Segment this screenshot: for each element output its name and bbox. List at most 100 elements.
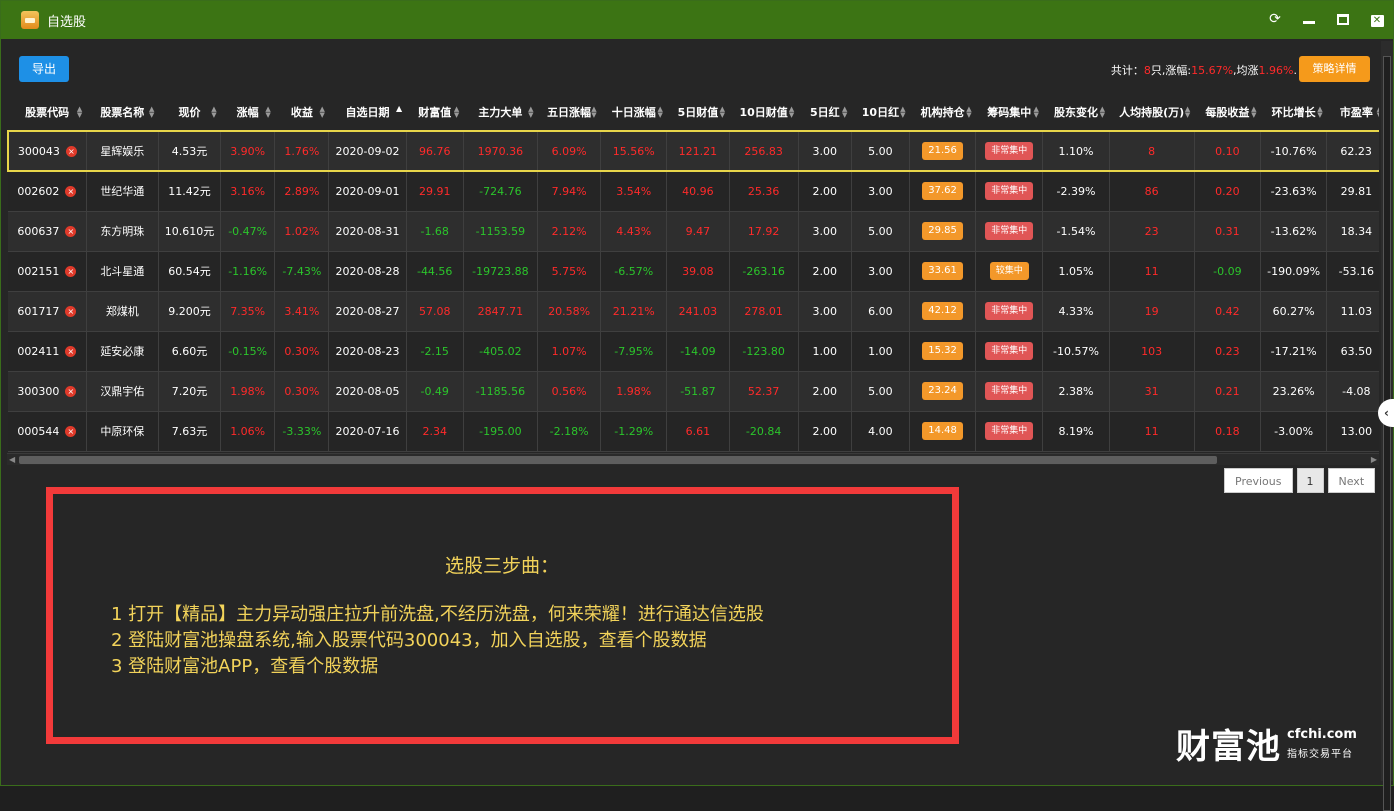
- remove-icon[interactable]: ×: [65, 266, 77, 277]
- sort-icon[interactable]: ▲▼: [1377, 106, 1379, 119]
- column-header[interactable]: 主力大单 ▲ ▼: [463, 93, 538, 132]
- remove-icon[interactable]: ×: [65, 226, 77, 237]
- cell-d5: 7.94%: [537, 171, 602, 212]
- cell-chip: 非常集中: [975, 171, 1044, 212]
- cell-wealth: -1.68: [406, 211, 464, 252]
- institution-badge: 23.24: [922, 382, 963, 400]
- sort-icon[interactable]: ▲▼: [1100, 106, 1105, 119]
- cell-r10: 5.00: [851, 211, 911, 252]
- sort-asc-icon[interactable]: ▲: [396, 105, 402, 113]
- sort-icon[interactable]: ▲▼: [1251, 106, 1256, 119]
- next-page-button[interactable]: Next: [1327, 468, 1376, 493]
- column-header[interactable]: 股票代码 ▲ ▼: [8, 93, 87, 132]
- column-header[interactable]: 环比增长 ▲ ▼: [1260, 93, 1327, 132]
- sort-icon[interactable]: ▲▼: [966, 106, 971, 119]
- table-row[interactable]: 300043 × 星辉娱乐 4.53元 3.90% 1.76% 2020-09-02 96.7…: [7, 130, 1379, 172]
- cell-main: 2847.71: [463, 291, 538, 332]
- chip-badge: 非常集中: [985, 422, 1034, 440]
- column-header[interactable]: 人均持股(万) ▲ ▼: [1109, 93, 1195, 132]
- sort-icon[interactable]: ▲▼: [1317, 106, 1322, 119]
- cell-date: 2020-08-23: [328, 331, 407, 372]
- scroll-left-icon[interactable]: ◀: [9, 455, 15, 464]
- cell-wealth: -0.49: [406, 371, 464, 412]
- institution-badge: 42.12: [922, 302, 963, 320]
- minimize-icon[interactable]: [1301, 9, 1317, 29]
- sort-icon[interactable]: ▲▼: [77, 106, 82, 119]
- sort-icon[interactable]: ▲▼: [211, 106, 216, 119]
- column-header[interactable]: 筹码集中 ▲ ▼: [975, 93, 1043, 132]
- cell-qoq: -190.09%: [1260, 251, 1328, 292]
- promo-title: 选股三步曲：: [445, 555, 560, 577]
- remove-icon[interactable]: ×: [65, 186, 77, 198]
- sort-icon[interactable]: ▲▼: [657, 106, 662, 119]
- column-header[interactable]: 10日财值 ▲ ▼: [729, 93, 799, 132]
- sort-icon[interactable]: ▲▼: [900, 106, 905, 119]
- sort-icon[interactable]: ▲▼: [1033, 106, 1038, 119]
- cell-w10: 278.01: [729, 291, 799, 332]
- cell-change: 3.16%: [220, 171, 276, 212]
- column-header[interactable]: 五日涨幅 ▲ ▼: [537, 93, 601, 132]
- column-header[interactable]: 股票名称 ▲ ▼: [86, 93, 159, 132]
- export-button[interactable]: 导出: [19, 56, 69, 82]
- vertical-scroll-thumb[interactable]: [1383, 56, 1391, 811]
- column-header[interactable]: 市盈率▲▼: [1326, 93, 1379, 132]
- cell-date: 2020-09-02: [328, 130, 407, 172]
- sort-icon[interactable]: ▲▼: [1185, 106, 1190, 119]
- table-body: 300043 × 星辉娱乐 4.53元 3.90% 1.76% 2020-09-02 96.7…: [7, 130, 1379, 452]
- cell-pe: 63.50: [1326, 331, 1379, 372]
- sort-icon[interactable]: ▲▼: [265, 106, 270, 119]
- cell-d10: 3.54%: [600, 171, 668, 212]
- remove-icon[interactable]: ×: [65, 386, 77, 397]
- column-header[interactable]: 自选日期 ▲: [328, 93, 407, 132]
- close-icon[interactable]: ✕: [1369, 9, 1385, 29]
- table-row[interactable]: 000544 × 中原环保 7.63元 1.06% -3.33% 2020-07-16 2.3…: [8, 411, 1379, 452]
- institution-badge: 15.32: [922, 342, 963, 360]
- column-header[interactable]: 收益 ▲ ▼: [274, 93, 329, 132]
- previous-page-button[interactable]: Previous: [1224, 468, 1293, 493]
- remove-icon[interactable]: ×: [65, 306, 77, 317]
- strategy-detail-button[interactable]: 策略详情: [1299, 56, 1370, 82]
- column-header[interactable]: 股东变化 ▲ ▼: [1042, 93, 1110, 132]
- column-header[interactable]: 十日涨幅 ▲ ▼: [600, 93, 667, 132]
- cell-pe: 62.23: [1326, 130, 1379, 172]
- maximize-icon[interactable]: [1335, 9, 1351, 29]
- scroll-right-icon[interactable]: ▶: [1371, 455, 1377, 464]
- sort-icon[interactable]: ▲▼: [528, 106, 533, 119]
- remove-icon[interactable]: ×: [65, 346, 77, 357]
- sort-icon[interactable]: ▲▼: [591, 106, 596, 119]
- refresh-icon[interactable]: ⟳: [1267, 9, 1283, 29]
- horizontal-scroll-thumb[interactable]: [19, 456, 1217, 464]
- table-row[interactable]: 002411 × 延安必康 6.60元 -0.15% 0.30% 2020-08-23 -2.…: [8, 331, 1379, 372]
- table-row[interactable]: 300300 × 汉鼎宇佑 7.20元 1.98% 0.30% 2020-08-05 -0.4…: [8, 371, 1379, 412]
- column-header[interactable]: 10日红 ▲ ▼: [851, 93, 910, 132]
- sort-icon[interactable]: ▲▼: [454, 106, 459, 119]
- sort-icon[interactable]: ▲▼: [720, 106, 725, 119]
- table-row[interactable]: 601717 × 郑煤机 9.200元 7.35% 3.41% 2020-08-27 57.0…: [8, 291, 1379, 332]
- cell-d5: 20.58%: [537, 291, 602, 332]
- sort-icon[interactable]: ▲▼: [149, 106, 154, 119]
- sort-icon[interactable]: ▲▼: [789, 106, 794, 119]
- cell-w5: 40.96: [666, 171, 730, 212]
- column-header[interactable]: 每股收益 ▲ ▼: [1194, 93, 1261, 132]
- page-number-button[interactable]: 1: [1296, 468, 1324, 493]
- remove-icon[interactable]: ×: [65, 426, 77, 437]
- institution-badge: 29.85: [922, 222, 963, 240]
- cell-chip: 较集中: [975, 251, 1044, 292]
- table-row[interactable]: 002151 × 北斗星通 60.54元 -1.16% -7.43% 2020-08-28-…: [8, 251, 1379, 292]
- column-header[interactable]: 现价 ▲ ▼: [158, 93, 221, 132]
- column-header[interactable]: 财富值 ▲ ▼: [406, 93, 464, 132]
- column-header[interactable]: 机构持仓 ▲ ▼: [909, 93, 976, 132]
- chip-badge: 非常集中: [985, 142, 1034, 160]
- horizontal-scrollbar[interactable]: ◀ ▶: [7, 453, 1379, 465]
- table-row[interactable]: 002602 × 世纪华通 11.42元 3.16% 2.89% 2020-09-01 29.…: [8, 171, 1379, 212]
- cell-eps: 0.42: [1194, 291, 1261, 332]
- column-header[interactable]: 涨幅 ▲ ▼: [220, 93, 275, 132]
- sort-icon[interactable]: ▲▼: [320, 106, 325, 119]
- column-header[interactable]: 5日财值 ▲ ▼: [666, 93, 730, 132]
- remove-icon[interactable]: ×: [65, 146, 77, 157]
- cell-pe: -53.16: [1326, 251, 1379, 292]
- cell-change: 3.90%: [220, 130, 276, 172]
- table-row[interactable]: 600637 × 东方明珠 10.610元 -0.47% 1.02% 2020-08-31-…: [8, 211, 1379, 252]
- column-header[interactable]: 5日红 ▲ ▼: [798, 93, 852, 132]
- sort-icon[interactable]: ▲▼: [842, 106, 847, 119]
